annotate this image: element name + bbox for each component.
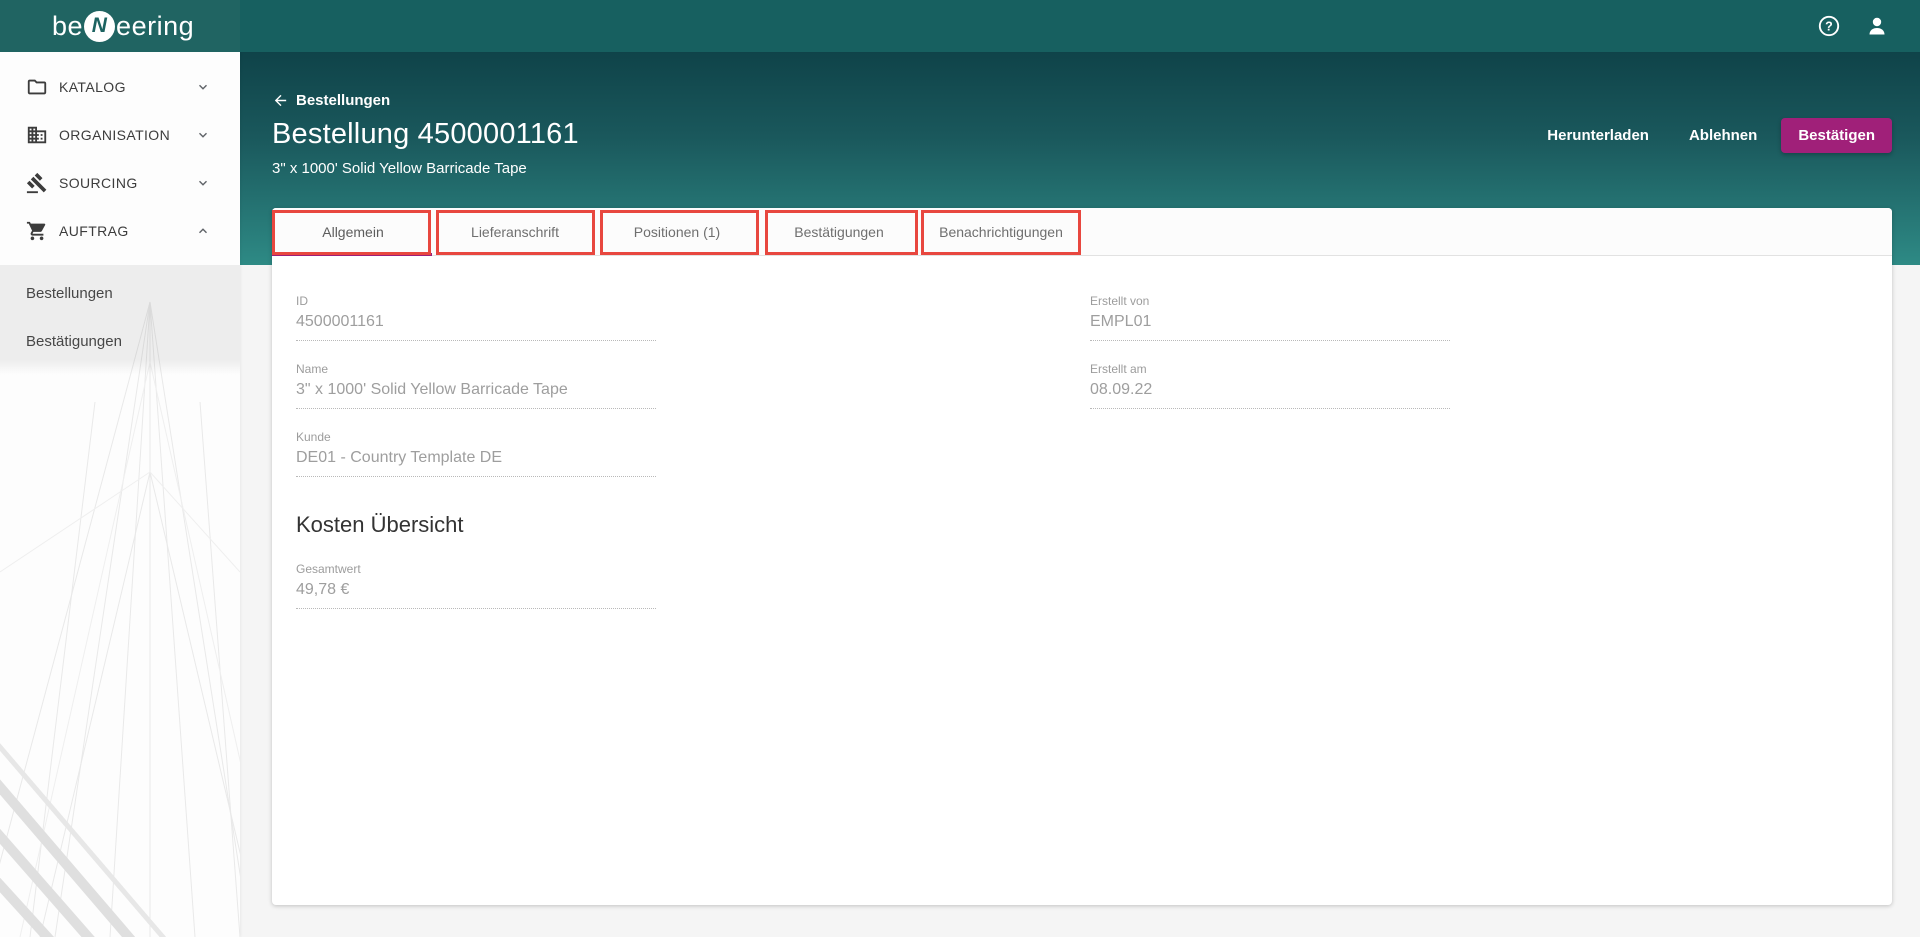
main-area: Bestellungen Bestellung 4500001161 3" x … (240, 52, 1920, 937)
sidebar-item-katalog[interactable]: KATALOG (0, 63, 240, 111)
field-label: Gesamtwert (296, 562, 361, 576)
field-label: ID (296, 294, 308, 308)
auftrag-submenu: Bestellungen Bestätigungen (0, 265, 240, 375)
topbar: be Neering ? (0, 0, 1920, 52)
chevron-up-icon (196, 224, 210, 238)
beneering-logo[interactable]: be Neering (52, 10, 195, 42)
field-label: Name (296, 362, 329, 376)
field-id: ID 4500001161 (296, 294, 656, 341)
field-kunde: Kunde DE01 - Country Template DE (296, 430, 656, 477)
logo-block: be Neering (0, 0, 240, 52)
sidebar-item-label: AUFTRAG (59, 223, 129, 239)
sidebar-item-label: SOURCING (59, 175, 138, 191)
cart-icon (26, 220, 48, 242)
tab-allgemein[interactable]: Allgemein (272, 208, 434, 256)
herunterladen-button[interactable]: Herunterladen (1531, 119, 1665, 152)
active-tab-indicator (272, 253, 432, 256)
help-icon[interactable]: ? (1816, 13, 1842, 39)
tab-panel-allgemein: ID 4500001161 Name 3" x 1000' Solid Yell… (272, 256, 1892, 654)
field-erstellt-am: Erstellt am 08.09.22 (1090, 362, 1450, 409)
field-value: 08.09.22 (1090, 381, 1450, 409)
folder-icon (26, 76, 48, 98)
field-value: 3" x 1000' Solid Yellow Barricade Tape (296, 381, 656, 409)
page-subtitle: 3" x 1000' Solid Yellow Barricade Tape (272, 160, 527, 177)
account-icon[interactable] (1864, 13, 1890, 39)
sidebar-item-label: KATALOG (59, 79, 126, 95)
app-screen: be Neering ? KATALOG ORGANISATION SOURCI… (0, 0, 1920, 937)
page-title: Bestellung 4500001161 (272, 118, 579, 150)
field-value: EMPL01 (1090, 313, 1450, 341)
form-column-left: ID 4500001161 Name 3" x 1000' Solid Yell… (296, 294, 1074, 498)
gavel-icon (26, 172, 48, 194)
breadcrumb-label: Bestellungen (296, 92, 391, 109)
field-erstellt-von: Erstellt von EMPL01 (1090, 294, 1450, 341)
field-gesamtwert: Gesamtwert 49,78 € (296, 562, 656, 609)
logo-n-circle-icon: N (84, 10, 116, 42)
field-value: DE01 - Country Template DE (296, 449, 656, 477)
order-detail-card: Allgemein Lieferanschrift Positionen (1)… (272, 208, 1892, 905)
sidebar-item-organisation[interactable]: ORGANISATION (0, 111, 240, 159)
tab-benachrichtigungen[interactable]: Benachrichtigungen (920, 208, 1082, 256)
tab-lieferanschrift[interactable]: Lieferanschrift (434, 208, 596, 256)
bestaetigen-button[interactable]: Bestätigen (1781, 118, 1892, 153)
chevron-down-icon (196, 176, 210, 190)
breadcrumb[interactable]: Bestellungen (272, 92, 579, 109)
header-actions: Herunterladen Ablehnen Bestätigen (1531, 118, 1892, 153)
logo-text-post: eering (116, 10, 195, 41)
sidebar: KATALOG ORGANISATION SOURCING AUFTRAG Be… (0, 52, 240, 937)
field-label: Kunde (296, 430, 331, 444)
field-label: Erstellt von (1090, 294, 1150, 308)
tab-bestaetigungen[interactable]: Bestätigungen (758, 208, 920, 256)
arrow-left-icon (272, 92, 289, 109)
building-icon (26, 124, 48, 146)
tab-positionen[interactable]: Positionen (1) (596, 208, 758, 256)
section-title-kosten: Kosten Übersicht (296, 512, 464, 537)
field-value: 4500001161 (296, 313, 656, 341)
chevron-down-icon (196, 128, 210, 142)
sidebar-item-label: ORGANISATION (59, 127, 171, 143)
field-label: Erstellt am (1090, 362, 1147, 376)
sidebar-item-auftrag[interactable]: AUFTRAG (0, 207, 240, 255)
sidebar-item-bestaetigungen[interactable]: Bestätigungen (0, 317, 240, 365)
topbar-right: ? (240, 0, 1920, 52)
sidebar-menu: KATALOG ORGANISATION SOURCING AUFTRAG Be… (0, 52, 240, 375)
field-value: 49,78 € (296, 581, 656, 609)
logo-text-pre: be (52, 10, 84, 41)
sidebar-item-bestellungen[interactable]: Bestellungen (0, 269, 240, 317)
form-column-right: Erstellt von EMPL01 Erstellt am 08.09.22 (1090, 294, 1868, 498)
chevron-down-icon (196, 80, 210, 94)
ablehnen-button[interactable]: Ablehnen (1673, 119, 1773, 152)
sidebar-item-sourcing[interactable]: SOURCING (0, 159, 240, 207)
tabbar: Allgemein Lieferanschrift Positionen (1)… (272, 208, 1892, 256)
svg-text:?: ? (1825, 19, 1833, 33)
field-name: Name 3" x 1000' Solid Yellow Barricade T… (296, 362, 656, 409)
